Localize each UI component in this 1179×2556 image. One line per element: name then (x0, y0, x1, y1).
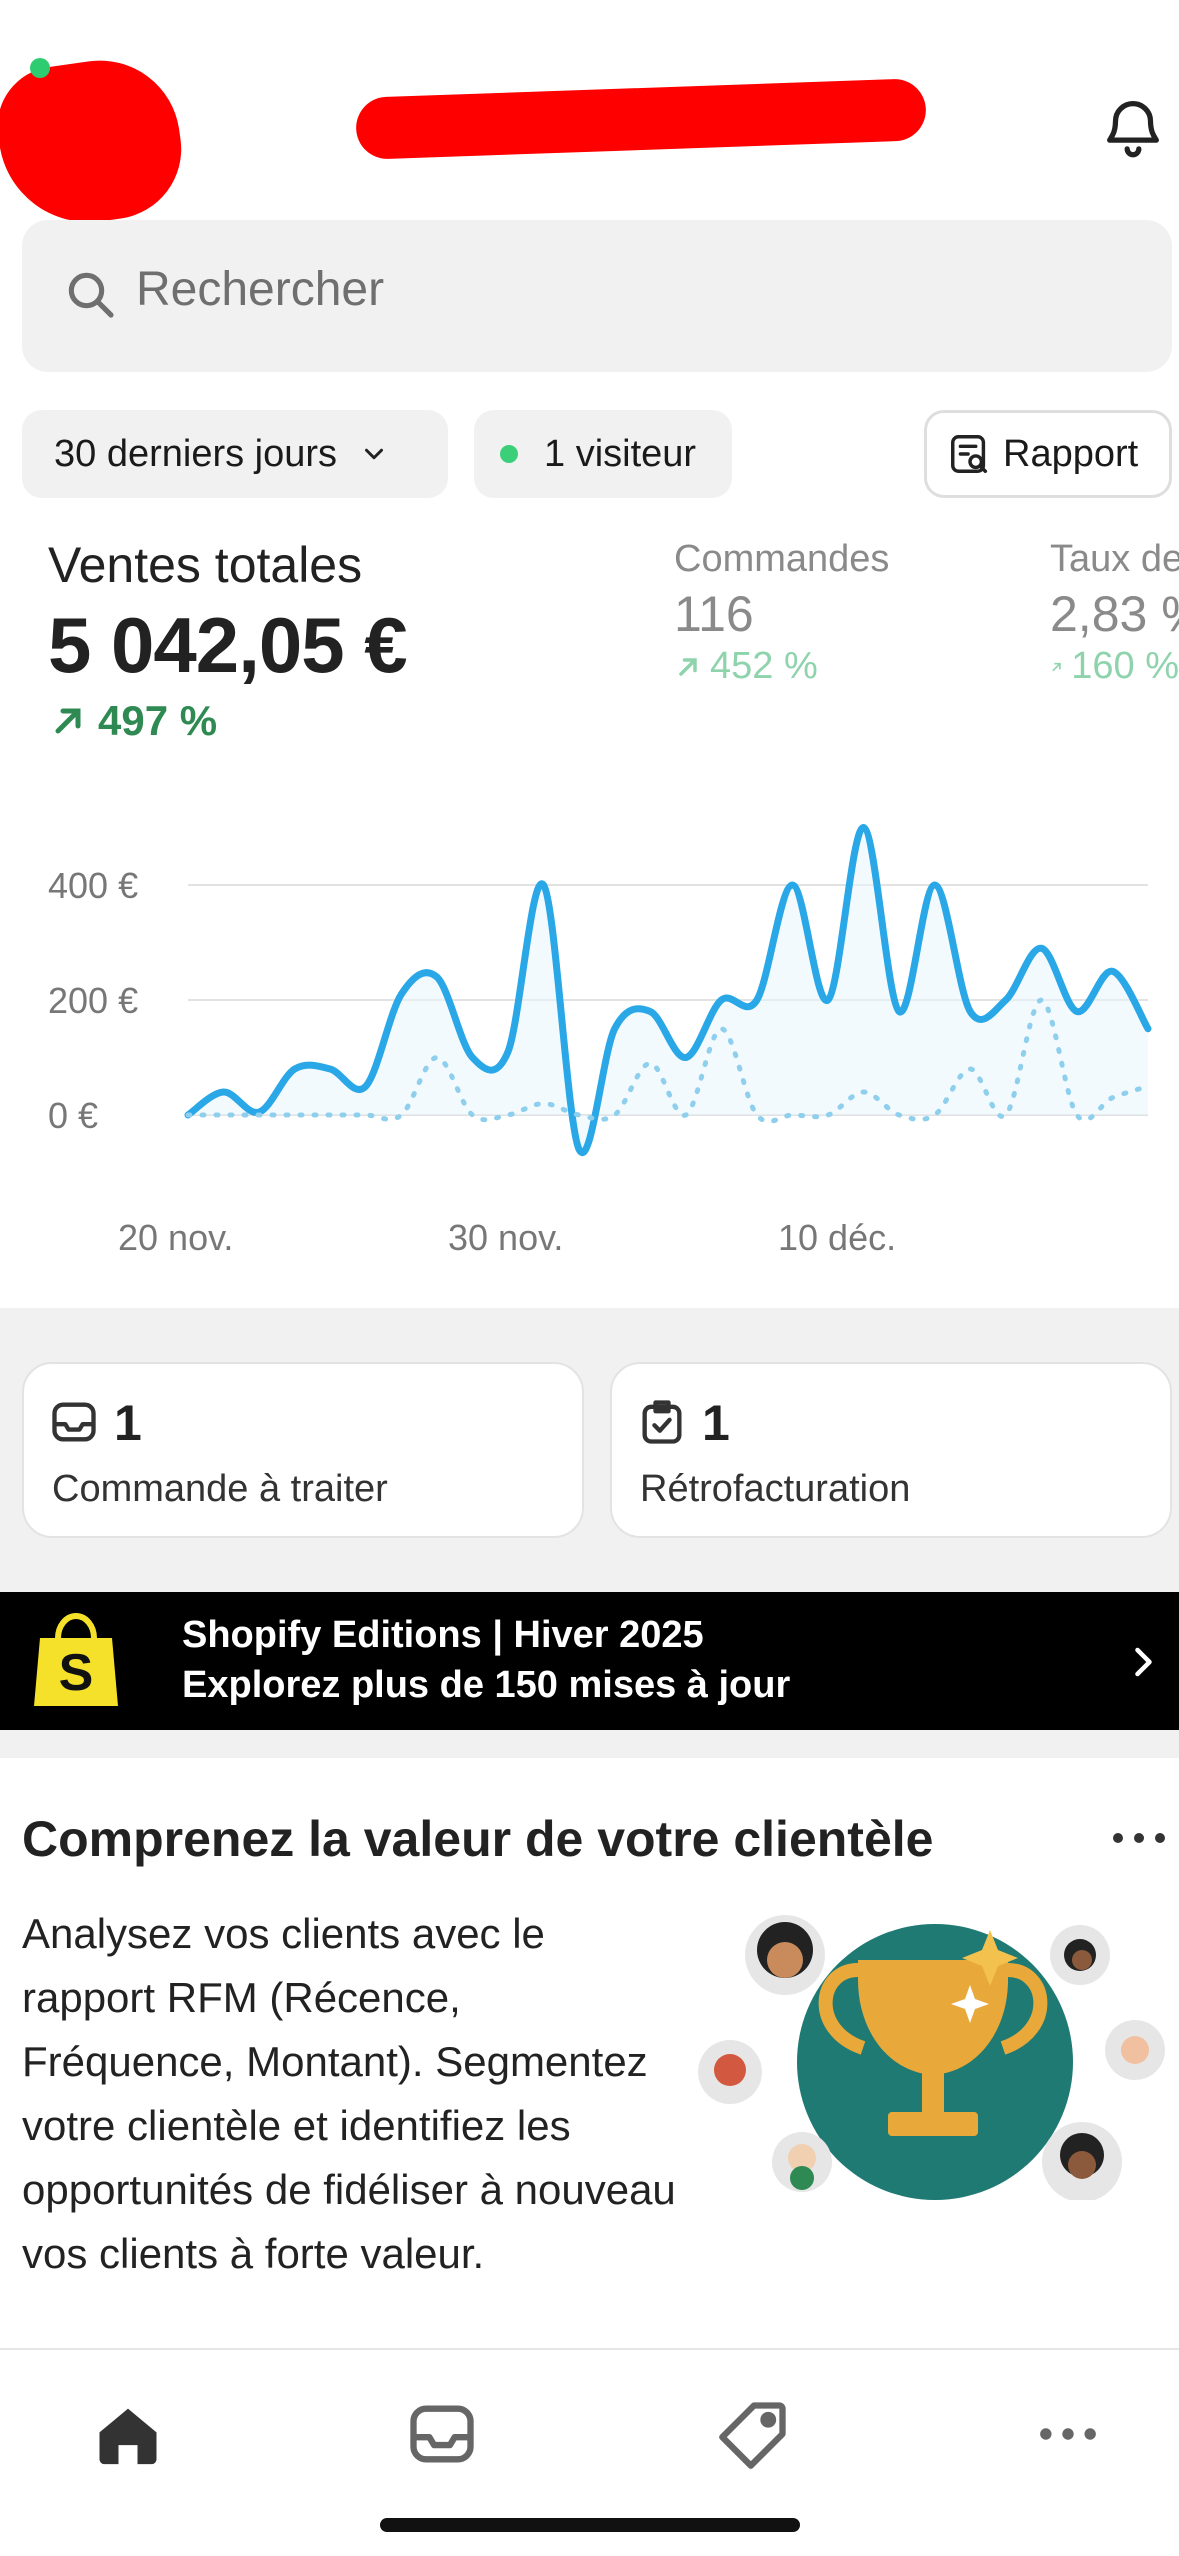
total-sales-delta: 497 % (98, 697, 218, 744)
total-sales-value: 5 042,05 € (48, 601, 408, 689)
home-icon[interactable] (90, 2396, 166, 2472)
task-count: 1 (114, 1395, 142, 1451)
shopify-editions-banner[interactable] (0, 1592, 1179, 1730)
store-name-redacted (355, 78, 927, 160)
conversion-metric[interactable]: Taux de 2,83 % 160 % (1050, 538, 1179, 688)
report-button[interactable]: Rapport (924, 410, 1172, 498)
svg-text:S: S (59, 1644, 94, 1702)
trend-up-icon (679, 657, 697, 676)
orders-label: Commandes (674, 538, 890, 580)
series-area (188, 827, 1148, 1153)
x-tick-label: 20 nov. (118, 1217, 233, 1258)
y-tick-label: 200 € (48, 980, 138, 1021)
conversion-label: Taux de (1050, 538, 1179, 580)
report-label: Rapport (1003, 432, 1139, 475)
y-tick-label: 0 € (48, 1095, 98, 1136)
x-tick-label: 10 déc. (778, 1217, 896, 1258)
insight-title: Comprenez la valeur de votre clientèle (22, 1811, 934, 1867)
period-filter-label: 30 derniers jours (54, 432, 338, 475)
clipboard-check-icon (642, 1400, 682, 1444)
bell-icon[interactable] (1098, 92, 1168, 162)
products-tag-icon[interactable] (716, 2396, 792, 2472)
trend-up-icon (1052, 662, 1061, 671)
period-filter-button[interactable]: 30 derniers jours (22, 410, 448, 498)
insight-body: Analysez vos clients avec le rapport RFM… (22, 1910, 676, 2277)
conversion-value: 2,83 % (1050, 586, 1179, 642)
task-count: 1 (702, 1395, 730, 1451)
more-options-icon[interactable] (1110, 1828, 1168, 1848)
home-indicator (380, 2518, 800, 2532)
x-tick-label: 30 nov. (448, 1217, 563, 1258)
banner-subtitle: Explorez plus de 150 mises à jour (182, 1664, 791, 1706)
sales-line-chart[interactable]: 400 € 200 € 0 € 20 nov. 30 nov. 10 déc. (0, 800, 1179, 1280)
inbox-icon (52, 1402, 96, 1442)
banner-title: Shopify Editions | Hiver 2025 (182, 1614, 704, 1656)
visitors-label: 1 visiteur (544, 432, 697, 475)
search-placeholder: Rechercher (136, 263, 385, 316)
orders-icon[interactable] (404, 2396, 480, 2472)
live-dot-icon (500, 445, 518, 463)
total-sales-metric[interactable]: Ventes totales 5 042,05 € 497 % (48, 536, 408, 745)
more-icon[interactable] (1030, 2396, 1106, 2472)
chevron-down-icon (365, 448, 384, 460)
trophy-customers-illustration (698, 1915, 1165, 2200)
task-card-chargeback[interactable]: 1 Rétrofacturation (610, 1362, 1172, 1538)
orders-metric[interactable]: Commandes 116 452 % (674, 538, 889, 688)
orders-value: 116 (674, 586, 754, 642)
task-label: Rétrofacturation (640, 1468, 911, 1510)
y-tick-label: 400 € (48, 865, 138, 906)
total-sales-label: Ventes totales (48, 537, 363, 593)
shopify-bag-icon: S (34, 1612, 118, 1706)
search-icon (68, 272, 114, 318)
trend-up-icon (55, 708, 81, 734)
conversion-delta: 160 % (1071, 645, 1179, 687)
task-label: Commande à traiter (52, 1468, 388, 1510)
chevron-right-icon (1135, 1647, 1152, 1677)
report-search-icon (951, 435, 988, 473)
orders-delta: 452 % (710, 645, 818, 687)
task-card-orders[interactable]: 1 Commande à traiter (22, 1362, 584, 1538)
live-visitors-button[interactable]: 1 visiteur (474, 410, 732, 498)
